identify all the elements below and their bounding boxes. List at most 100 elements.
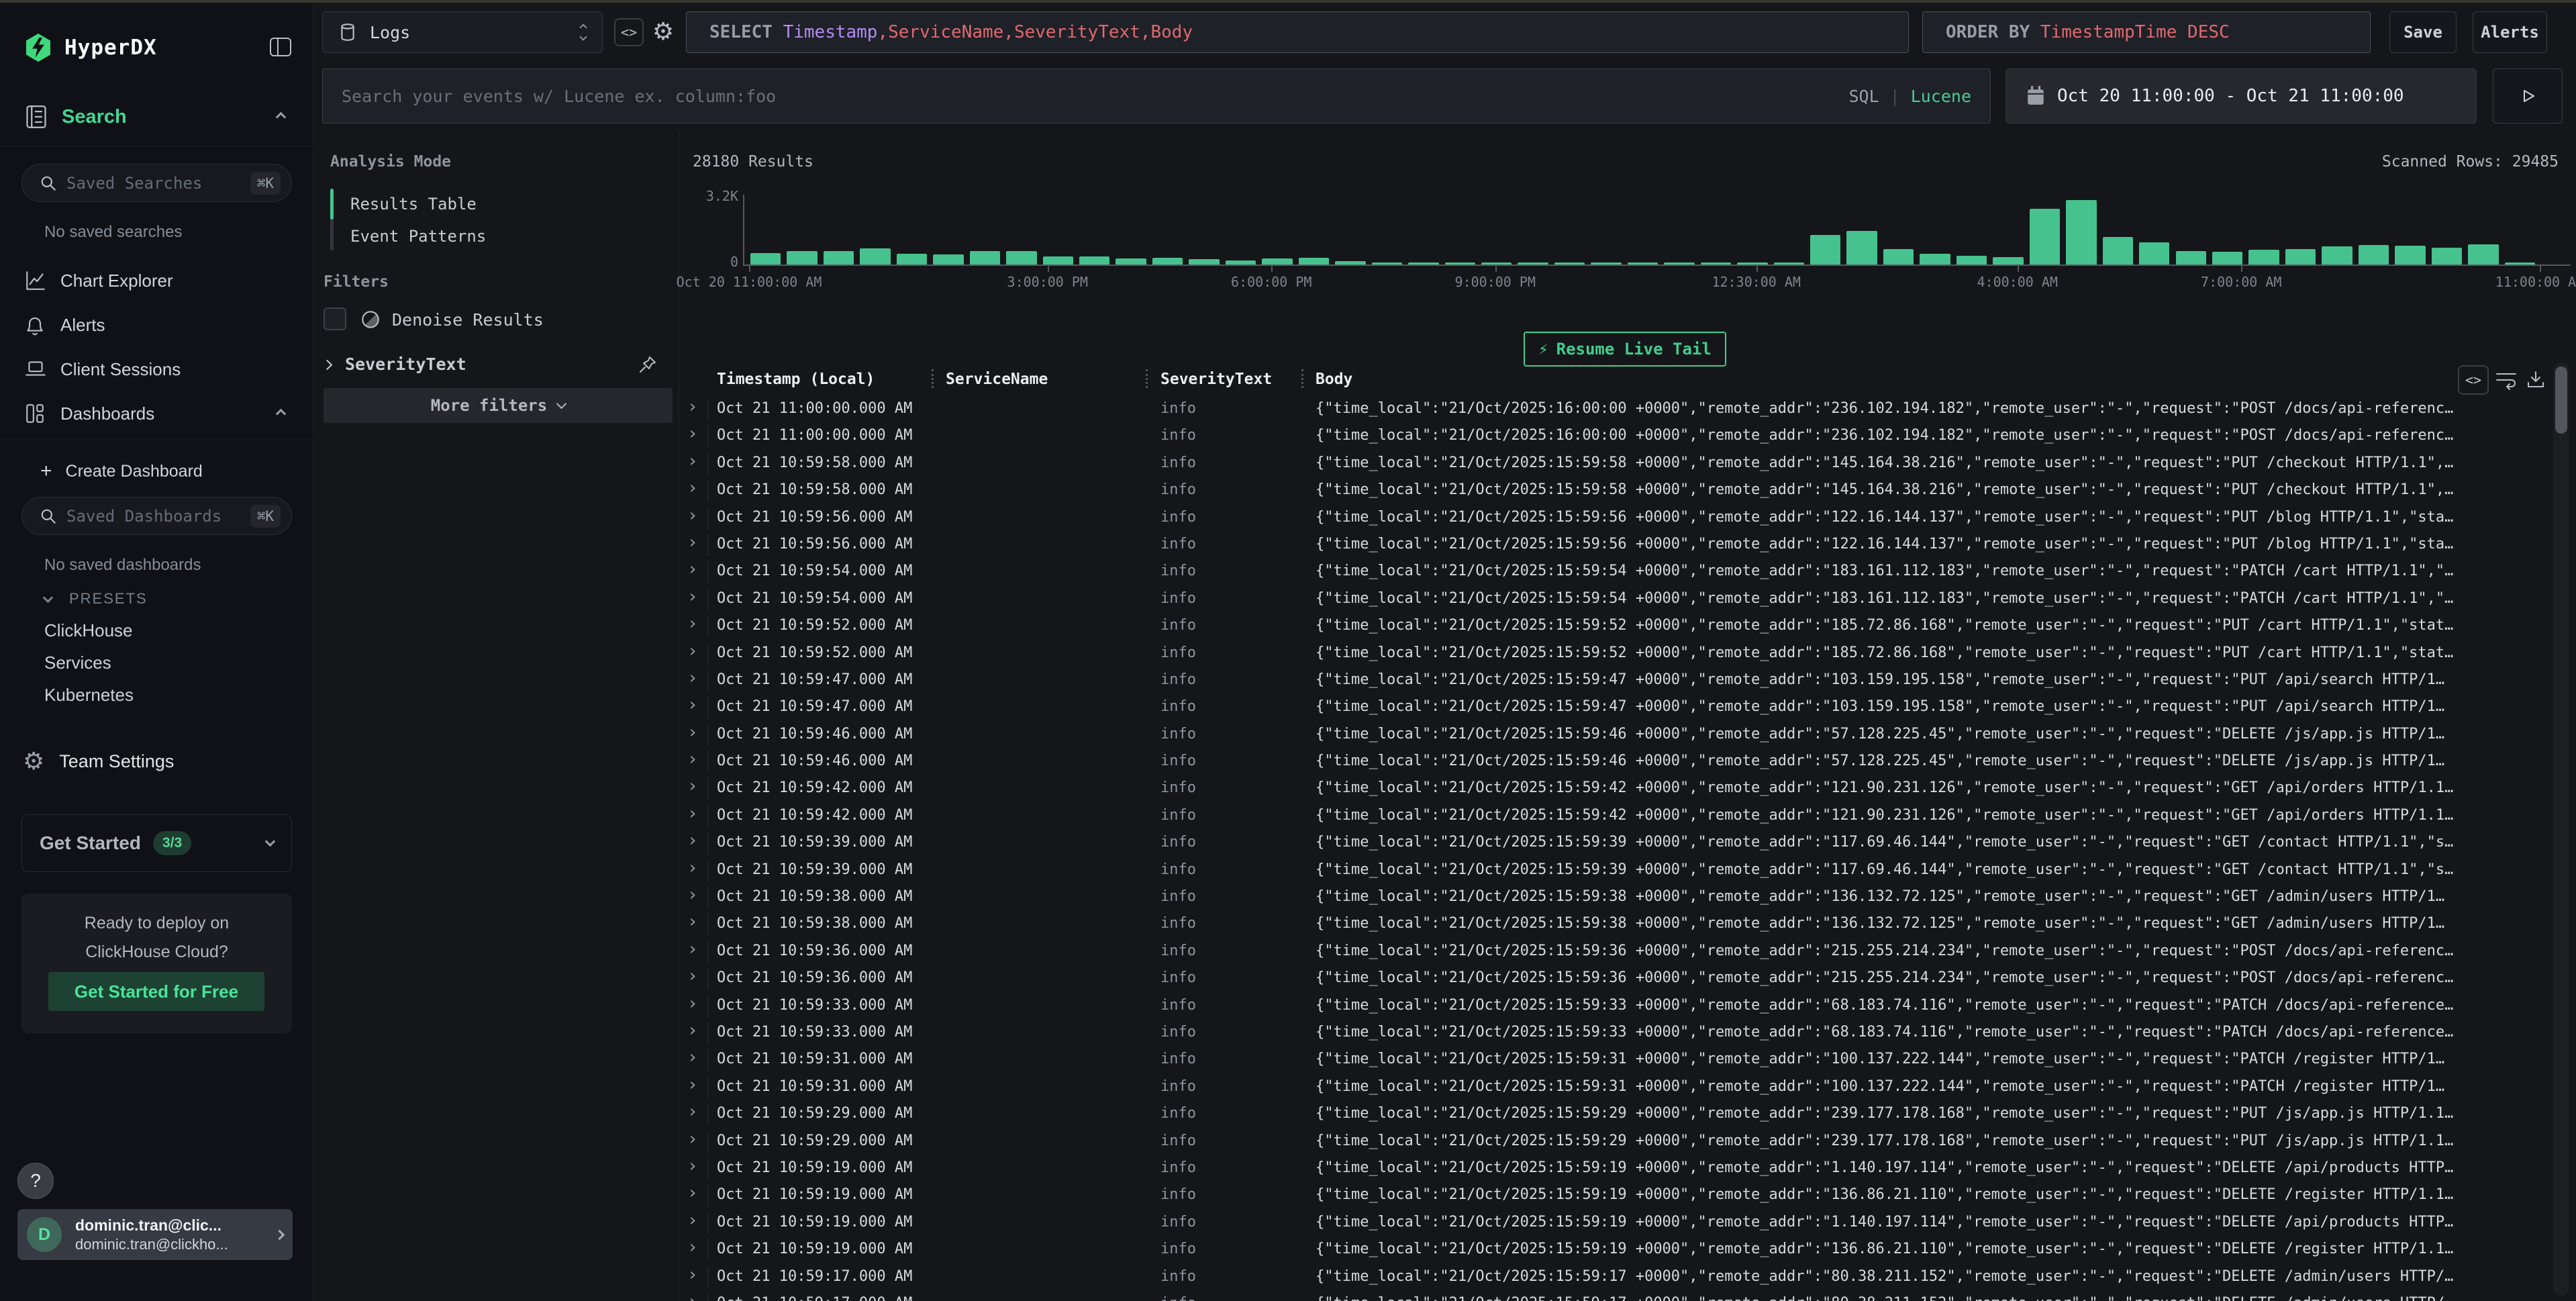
table-row[interactable]: ›Oct 21 10:59:17.000 AMinfo{"time_local"… (679, 1264, 2552, 1291)
sidebar-item-alerts[interactable]: Alerts (24, 310, 293, 340)
wrap-lines-button[interactable] (2493, 368, 2520, 392)
histogram-bar[interactable] (1737, 262, 1767, 264)
row-expand-icon[interactable]: › (687, 1129, 698, 1149)
histogram-bar[interactable] (1810, 235, 1840, 264)
row-expand-icon[interactable]: › (687, 451, 698, 471)
row-expand-icon[interactable]: › (687, 668, 698, 688)
user-menu[interactable]: D dominic.tran@clic... dominic.tran@clic… (17, 1209, 293, 1260)
row-expand-icon[interactable]: › (687, 804, 698, 824)
histogram-bar[interactable] (1554, 262, 1585, 264)
row-expand-icon[interactable]: › (687, 858, 698, 878)
histogram-bar[interactable] (1262, 258, 1292, 264)
histogram-bar[interactable] (2432, 248, 2462, 264)
table-row[interactable]: ›Oct 21 10:59:56.000 AMinfo{"time_local"… (679, 505, 2552, 532)
column-header-servicename[interactable]: ServiceName (946, 371, 1048, 388)
row-expand-icon[interactable]: › (687, 505, 698, 526)
table-row[interactable]: ›Oct 21 10:59:52.000 AMinfo{"time_local"… (679, 613, 2552, 640)
histogram-bar[interactable] (1408, 262, 1438, 264)
histogram-bar[interactable] (2066, 200, 2096, 264)
table-row[interactable]: ›Oct 21 10:59:42.000 AMinfo{"time_local"… (679, 803, 2552, 830)
histogram-bar[interactable] (787, 251, 817, 264)
histogram-bar[interactable] (1774, 262, 1804, 264)
chevron-right-icon[interactable] (322, 360, 333, 371)
alerts-button[interactable]: Alerts (2473, 11, 2547, 53)
save-button[interactable]: Save (2389, 11, 2457, 53)
histogram-bar[interactable] (1226, 260, 1256, 264)
row-expand-icon[interactable]: › (687, 1292, 698, 1301)
row-expand-icon[interactable]: › (687, 1237, 698, 1257)
table-row[interactable]: ›Oct 21 10:59:54.000 AMinfo{"time_local"… (679, 586, 2552, 613)
download-button[interactable] (2522, 367, 2549, 393)
get-started-dropdown[interactable]: Get Started 3/3 (21, 814, 292, 872)
row-expand-icon[interactable]: › (687, 885, 698, 905)
row-expand-icon[interactable]: › (687, 587, 698, 607)
row-expand-icon[interactable]: › (687, 749, 698, 769)
sidebar-item-chart-explorer[interactable]: Chart Explorer (24, 266, 293, 295)
table-row[interactable]: ›Oct 21 10:59:39.000 AMinfo{"time_local"… (679, 857, 2552, 884)
row-expand-icon[interactable]: › (687, 994, 698, 1014)
denoise-checkbox[interactable] (324, 307, 346, 330)
table-row[interactable]: ›Oct 21 10:59:46.000 AMinfo{"time_local"… (679, 722, 2552, 749)
code-view-button[interactable]: <> (614, 18, 644, 46)
presets-group-toggle[interactable]: PRESETS (44, 588, 148, 610)
row-expand-icon[interactable]: › (687, 532, 698, 552)
histogram-bar[interactable] (2468, 244, 2498, 264)
order-by-input[interactable]: ORDER BY TimestampTime DESC (1922, 11, 2371, 53)
histogram-bar[interactable] (970, 251, 1000, 264)
resume-live-tail-button[interactable]: ⚡ Resume Live Tail (1524, 332, 1726, 367)
scrollbar-thumb[interactable] (2555, 367, 2567, 434)
row-expand-icon[interactable]: › (687, 1265, 698, 1285)
row-expand-icon[interactable]: › (687, 1156, 698, 1176)
table-row[interactable]: ›Oct 21 10:59:19.000 AMinfo{"time_local"… (679, 1182, 2552, 1209)
source-select[interactable]: Logs (322, 11, 603, 53)
histogram-bar[interactable] (2030, 209, 2060, 264)
sidebar-item-clickhouse[interactable]: ClickHouse (44, 620, 133, 641)
histogram-bar[interactable] (1335, 261, 1365, 264)
scrollbar-track[interactable] (2553, 363, 2569, 1296)
table-row[interactable]: ›Oct 21 10:59:33.000 AMinfo{"time_local"… (679, 1020, 2552, 1047)
sidebar-item-services[interactable]: Services (44, 653, 111, 673)
run-query-button[interactable] (2493, 68, 2563, 124)
histogram-bar[interactable] (2103, 237, 2133, 264)
table-row[interactable]: ›Oct 21 10:59:29.000 AMinfo{"time_local"… (679, 1101, 2552, 1128)
chevron-up-icon[interactable] (276, 111, 287, 122)
saved-searches-search[interactable]: ⌘K (21, 164, 292, 202)
denoise-label[interactable]: Denoise Results (392, 310, 544, 330)
table-row[interactable]: ›Oct 21 10:59:29.000 AMinfo{"time_local"… (679, 1128, 2552, 1155)
histogram-bar[interactable] (1372, 262, 1402, 264)
table-row[interactable]: ›Oct 21 10:59:58.000 AMinfo{"time_local"… (679, 477, 2552, 504)
row-expand-icon[interactable]: › (687, 695, 698, 715)
table-row[interactable]: ›Oct 21 10:59:56.000 AMinfo{"time_local"… (679, 532, 2552, 559)
histogram-bar[interactable] (2176, 251, 2206, 264)
histogram-bar[interactable] (2359, 245, 2389, 264)
help-button[interactable]: ? (17, 1163, 54, 1199)
histogram-bar[interactable] (2395, 246, 2425, 264)
table-row[interactable]: ›Oct 21 10:59:31.000 AMinfo{"time_local"… (679, 1074, 2552, 1101)
histogram-bar[interactable] (1189, 259, 1219, 264)
table-row[interactable]: ›Oct 21 10:59:39.000 AMinfo{"time_local"… (679, 830, 2552, 857)
histogram-bar[interactable] (1701, 262, 1731, 264)
row-expand-icon[interactable]: › (687, 614, 698, 634)
event-search-input[interactable] (342, 87, 1848, 106)
histogram-bar[interactable] (2322, 246, 2352, 264)
table-row[interactable]: ›Oct 21 10:59:19.000 AMinfo{"time_local"… (679, 1237, 2552, 1263)
row-expand-icon[interactable]: › (687, 559, 698, 579)
sidebar-item-team-settings[interactable]: ⚙ Team Settings (23, 746, 174, 776)
select-clause-input[interactable]: SELECT Timestamp ,ServiceName,SeverityTe… (686, 11, 1909, 53)
histogram-bar[interactable] (1006, 251, 1036, 264)
histogram-bar[interactable] (897, 254, 927, 264)
tab-event-patterns[interactable]: Event Patterns (350, 227, 486, 246)
sidebar-item-kubernetes[interactable]: Kubernetes (44, 685, 134, 706)
time-range-picker[interactable]: Oct 20 11:00:00 - Oct 21 11:00:00 (2005, 68, 2477, 124)
row-expand-icon[interactable]: › (687, 1075, 698, 1095)
raw-mode-button[interactable]: <> (2458, 365, 2489, 395)
histogram-bar[interactable] (1993, 257, 2023, 264)
histogram-bar[interactable] (1079, 256, 1109, 264)
row-expand-icon[interactable]: › (687, 912, 698, 932)
table-row[interactable]: ›Oct 21 10:59:38.000 AMinfo{"time_local"… (679, 911, 2552, 938)
event-search-bar[interactable]: SQL | Lucene (322, 68, 1991, 124)
row-expand-icon[interactable]: › (687, 424, 698, 444)
histogram-bar[interactable] (2505, 262, 2535, 264)
table-row[interactable]: ›Oct 21 10:59:52.000 AMinfo{"time_local"… (679, 640, 2552, 667)
row-expand-icon[interactable]: › (687, 830, 698, 851)
